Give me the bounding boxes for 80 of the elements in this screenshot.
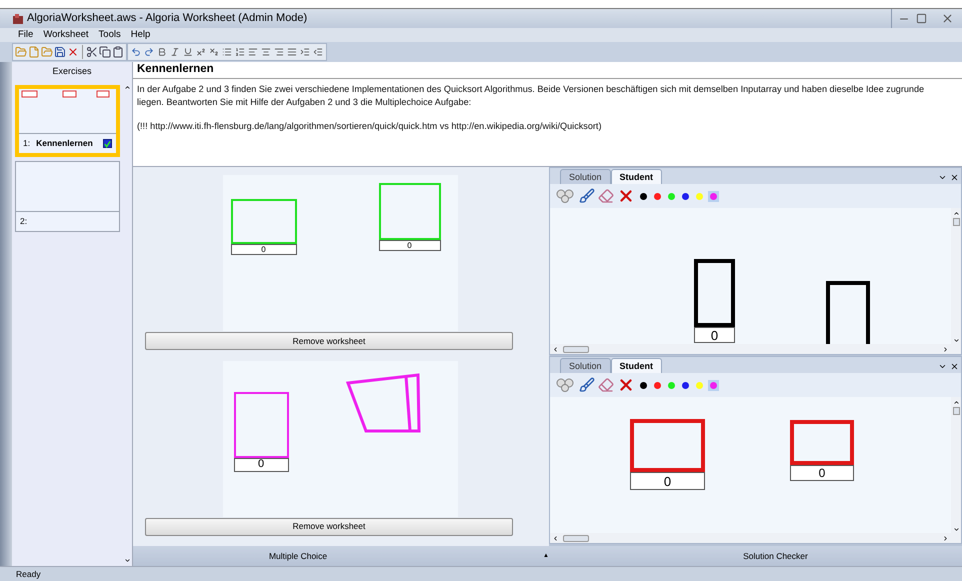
align-center-icon[interactable] — [261, 47, 271, 57]
menu-item[interactable]: Worksheet — [43, 30, 89, 40]
shapes-icon[interactable] — [556, 378, 574, 392]
undo-icon[interactable] — [131, 47, 141, 57]
scroll-down-icon[interactable] — [952, 337, 960, 344]
value-label: 0 — [630, 472, 705, 490]
justify-icon[interactable] — [287, 47, 297, 57]
vertical-scrollbar[interactable] — [951, 397, 961, 543]
copy-icon[interactable] — [99, 46, 111, 58]
clipboard-icon[interactable] — [112, 46, 124, 58]
value-label: 0 — [234, 458, 288, 472]
exercise-title: Kennenlernen — [36, 137, 93, 150]
scroll-thumb[interactable] — [563, 346, 589, 352]
exercise-text: (!!! http://www.iti.fh-flensburg.de/lang/algorithmen/sortieren/quick/quick.htm vs http://en.wikipedia.org/wiki/Quicksort) — [137, 120, 602, 133]
solution-checker-tab[interactable]: Solution Checker — [588, 550, 962, 562]
align-right-icon[interactable] — [274, 47, 284, 57]
value-label: 0 — [378, 240, 440, 251]
italic-icon[interactable] — [170, 47, 180, 57]
superscript-icon[interactable] — [196, 47, 206, 57]
vertical-scrollbar[interactable] — [951, 208, 961, 354]
brush-icon[interactable] — [579, 188, 595, 204]
panel-tab[interactable]: Solution — [560, 358, 611, 373]
horizontal-scrollbar[interactable] — [550, 533, 951, 543]
scroll-down-icon[interactable] — [952, 526, 960, 533]
exercise-number: 2: — [20, 215, 28, 228]
exercise-card[interactable]: 1: Kennenlernen — [15, 85, 120, 157]
panel-title: Exercises — [51, 65, 92, 78]
scroll-right-icon[interactable] — [942, 346, 949, 352]
redo-icon[interactable] — [144, 47, 154, 57]
underline-icon[interactable] — [183, 47, 193, 57]
scroll-down-icon[interactable] — [124, 557, 130, 564]
menu-item[interactable]: Help — [130, 30, 150, 40]
dropdown-icon[interactable] — [938, 173, 947, 182]
value-label: 0 — [790, 465, 854, 481]
remove-worksheet-button[interactable]: Remove worksheet — [145, 332, 513, 350]
scroll-up-icon[interactable] — [952, 210, 960, 217]
horizontal-scrollbar[interactable] — [550, 344, 951, 354]
bold-icon[interactable] — [157, 47, 167, 57]
eraser-icon[interactable] — [598, 377, 614, 393]
scroll-up-icon[interactable] — [952, 399, 960, 406]
app-icon — [12, 12, 24, 24]
scroll-thumb[interactable] — [952, 218, 960, 226]
exercise-heading: Kennenlernen — [133, 62, 962, 79]
close-icon[interactable] — [950, 173, 959, 182]
status-text: Ready — [16, 568, 41, 580]
eraser-icon[interactable] — [598, 188, 614, 204]
numbered-list-icon[interactable] — [235, 47, 245, 57]
shapes-icon[interactable] — [556, 189, 574, 203]
outdent-icon[interactable] — [313, 47, 323, 57]
panel-tab[interactable]: Solution — [560, 169, 611, 184]
menu-item[interactable]: Tools — [98, 30, 121, 40]
scroll-thumb[interactable] — [952, 407, 960, 415]
close-icon[interactable] — [950, 362, 959, 371]
scroll-left-icon[interactable] — [552, 346, 559, 352]
save-icon[interactable] — [54, 46, 66, 58]
scroll-thumb[interactable] — [563, 534, 589, 542]
subscript-icon[interactable] — [209, 47, 219, 57]
checkbox[interactable] — [103, 139, 112, 148]
panel-tab[interactable]: Student — [610, 358, 662, 373]
delete-icon[interactable] — [67, 46, 79, 58]
remove-worksheet-button[interactable]: Remove worksheet — [145, 518, 513, 536]
exercise-card[interactable]: 2: — [15, 161, 120, 232]
panel-tab[interactable]: Student — [610, 169, 662, 184]
indent-icon[interactable] — [300, 47, 310, 57]
scissors-icon[interactable] — [86, 46, 98, 58]
menu-item[interactable]: File — [18, 30, 34, 40]
value-label: 0 — [230, 244, 296, 255]
dropdown-icon[interactable] — [938, 362, 947, 371]
scroll-right-icon[interactable] — [942, 534, 949, 542]
bullet-list-icon[interactable] — [222, 47, 232, 57]
align-left-icon[interactable] — [248, 47, 258, 57]
multiple-choice-tab[interactable]: Multiple Choice — [133, 550, 463, 562]
exercise-text: In der Aufgabe 2 und 3 finden Sie zwei verschiedene Implementationen des Quicksort Algorithmus. Beide Versionen beschäftigen sich mit demselben Inputarray und haben dieselbe Idee zugrunde liegen. Beantworten Sie mit Hilfe der Aufgaben 2 und 3 die Multiplechoice Aufgabe: — [137, 83, 926, 109]
scroll-up-icon[interactable] — [124, 84, 130, 91]
maximize-icon[interactable] — [916, 13, 927, 24]
value-label: 0 — [694, 327, 735, 343]
scroll-left-icon[interactable] — [552, 534, 559, 542]
brush-icon[interactable] — [579, 377, 595, 393]
exercise-number: 1: — [23, 137, 30, 150]
window-title: AlgoriaWorksheet.aws - Algoria Worksheet (Admin Mode) — [27, 11, 308, 26]
